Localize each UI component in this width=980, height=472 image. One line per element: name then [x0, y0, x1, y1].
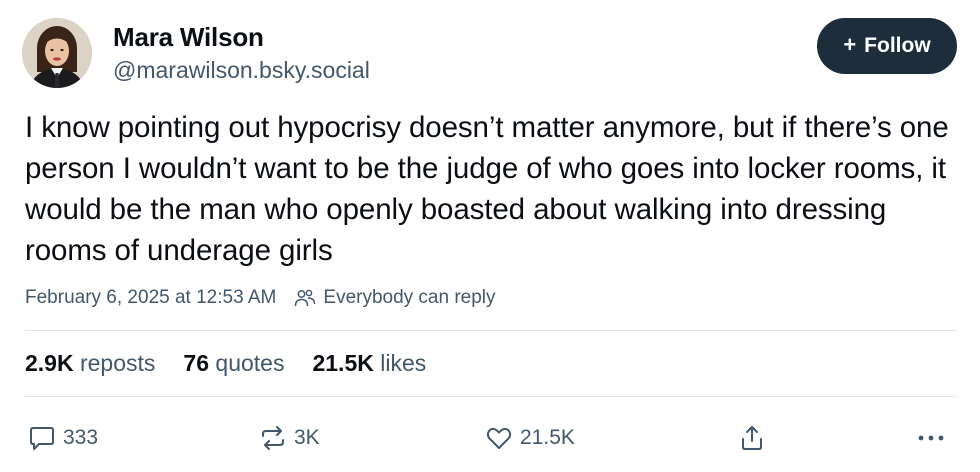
plus-icon: + — [843, 32, 857, 57]
avatar-image — [22, 18, 92, 88]
comment-icon — [30, 427, 54, 450]
avatar[interactable] — [22, 18, 92, 88]
more-options-button[interactable] — [914, 422, 954, 454]
reposts-stat[interactable]: 2.9K reposts — [25, 350, 155, 377]
divider — [25, 330, 957, 331]
quotes-label: quotes — [215, 350, 285, 376]
more-horizontal-icon — [918, 435, 944, 441]
heart-icon — [486, 427, 512, 449]
reply-button[interactable]: 333 — [27, 422, 98, 454]
reply-settings[interactable]: Everybody can reply — [294, 287, 496, 309]
post-meta: February 6, 2025 at 12:53 AM Everybody c… — [25, 286, 496, 310]
reply-count: 333 — [63, 426, 99, 449]
follow-button-label: Follow — [864, 34, 931, 57]
share-icon — [742, 426, 762, 450]
repost-icon — [262, 426, 284, 450]
post-stats: 2.9K reposts 76 quotes 21.5K likes — [25, 350, 454, 377]
post-text: I know pointing out hypocrisy doesn’t ma… — [25, 111, 949, 267]
like-button[interactable]: 21.5K — [484, 422, 575, 454]
author-handle[interactable]: @marawilson.bsky.social — [113, 57, 370, 84]
author-display-name[interactable]: Mara Wilson — [113, 22, 264, 53]
share-button[interactable] — [737, 422, 773, 454]
likes-label: likes — [380, 350, 427, 376]
repost-button[interactable]: 3K — [258, 422, 320, 454]
like-count: 21.5K — [520, 426, 575, 449]
reposts-label: reposts — [79, 350, 156, 376]
repost-count: 3K — [294, 426, 320, 449]
reply-settings-label: Everybody can reply — [323, 287, 496, 308]
likes-stat[interactable]: 21.5K likes — [312, 350, 426, 377]
quotes-count: 76 — [183, 350, 216, 376]
people-icon — [295, 289, 316, 307]
follow-button[interactable]: + Follow — [817, 18, 957, 74]
post-timestamp[interactable]: February 6, 2025 at 12:53 AM — [25, 287, 276, 309]
likes-count: 21.5K — [312, 350, 381, 376]
divider — [25, 396, 957, 397]
reposts-count: 2.9K — [25, 350, 80, 376]
quotes-stat[interactable]: 76 quotes — [183, 350, 284, 377]
post-card: Mara Wilson @marawilson.bsky.social + Fo… — [0, 0, 980, 472]
